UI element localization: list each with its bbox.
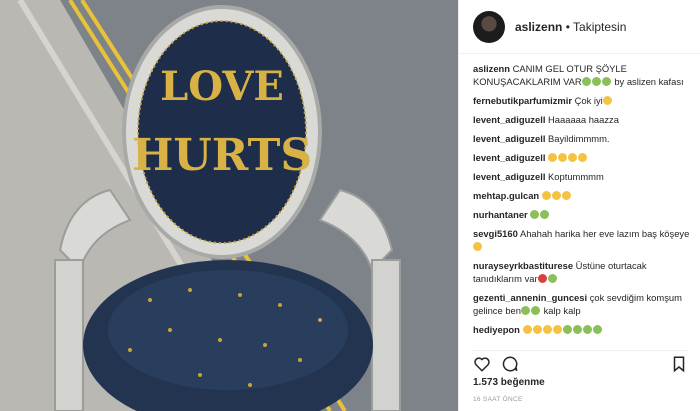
comment-username[interactable]: levent_adiguzell [473, 171, 545, 182]
separator-dot: • [565, 19, 570, 34]
action-bar [473, 350, 688, 373]
header-user-line: aslizenn • Takiptesin [515, 20, 626, 34]
emoji-icon [578, 153, 588, 162]
emoji-icon [561, 191, 571, 200]
heart-icon[interactable] [473, 355, 491, 373]
comment-text: Haaaaaa haazza [548, 114, 619, 125]
comment-item: levent_adiguzell [473, 151, 692, 164]
timestamp: 16 SAAT ÖNCE [473, 396, 523, 403]
comment-username[interactable]: mehtap.gulcan [473, 190, 539, 201]
emoji-icon [601, 77, 611, 86]
emoji-icon [530, 306, 540, 315]
love-text: LOVE [160, 63, 284, 110]
post-header: aslizenn • Takiptesin [459, 0, 700, 54]
emoji-icon [582, 325, 592, 334]
comment-username[interactable]: levent_adiguzell [473, 152, 545, 163]
emoji-icon [562, 325, 572, 334]
comment-item: hediyepon [473, 323, 692, 336]
emoji-icon [558, 153, 568, 162]
emoji-icon [542, 325, 552, 334]
emoji-icon [473, 242, 482, 251]
comment-item: sevgi5160 Ahahah harika her eve lazım ba… [473, 227, 692, 253]
like-count[interactable]: 1.573 beğenme [473, 377, 545, 388]
comment-icon[interactable] [501, 355, 519, 373]
comment-item: nurayseyrkbastiturese Üstüne oturtacak t… [473, 259, 692, 285]
comment-item: fernebutikparfumizmir Çok iyi [473, 94, 692, 107]
instagram-post: LOVE HURTS aslizenn • Takiptesin aslizen… [0, 0, 700, 411]
comment-username[interactable]: levent_adiguzell [473, 133, 545, 144]
emoji-icon [532, 325, 542, 334]
emoji-icon [547, 274, 557, 283]
bookmark-icon[interactable] [670, 355, 688, 373]
emoji-icon [568, 153, 578, 162]
comment-username[interactable]: levent_adiguzell [473, 114, 545, 125]
emoji-icon [581, 77, 591, 86]
emoji-icon [540, 210, 550, 219]
emoji-icon [591, 77, 601, 86]
comment-item: mehtap.gulcan [473, 189, 692, 202]
follow-status[interactable]: Takiptesin [573, 20, 626, 34]
comment-text-tail: kalp kalp [543, 305, 581, 316]
comment-item: gezenti_annenin_guncesi çok sevdiğim kom… [473, 291, 692, 317]
comment-item: levent_adiguzell Koptummmm [473, 170, 692, 183]
emoji-icon [552, 325, 562, 334]
comment-item: aslizenn CANIM GEL OTUR ŞÖYLE KONUŞACAKL… [473, 62, 692, 88]
comment-item: levent_adiguzell Haaaaaa haazza [473, 113, 692, 126]
emoji-icon [522, 325, 532, 334]
emoji-icon [592, 325, 602, 334]
comment-username[interactable]: sevgi5160 [473, 228, 518, 239]
username-link[interactable]: aslizenn [515, 20, 562, 34]
comment-text: Çok iyi [574, 95, 603, 106]
comment-username[interactable]: gezenti_annenin_guncesi [473, 292, 587, 303]
emoji-icon [551, 191, 561, 200]
emoji-icon [537, 274, 547, 283]
emoji-icon [572, 325, 582, 334]
comment-list: aslizenn CANIM GEL OTUR ŞÖYLE KONUŞACAKL… [473, 62, 692, 342]
post-photo: LOVE HURTS [0, 0, 458, 411]
hurts-text: HURTS [132, 130, 312, 181]
comment-text: Bayildimmmm. [548, 133, 610, 144]
emoji-icon [530, 210, 540, 219]
comment-text: Ahahah harika her eve lazım baş köşeye [519, 228, 690, 239]
emoji-icon [541, 191, 551, 200]
comment-username[interactable]: hediyepon [473, 324, 520, 335]
comment-item: levent_adiguzell Bayildimmmm. [473, 132, 692, 145]
avatar[interactable] [473, 10, 505, 43]
comment-item: nurhantaner [473, 208, 692, 221]
emoji-icon [520, 306, 530, 315]
comment-username[interactable]: nurayseyrkbastiturese [473, 260, 573, 271]
chair-image: LOVE HURTS [0, 0, 458, 411]
comment-username[interactable]: fernebutikparfumizmir [473, 95, 572, 106]
emoji-icon [602, 96, 612, 105]
comment-username[interactable]: aslizenn [473, 63, 510, 74]
comment-username[interactable]: nurhantaner [473, 209, 528, 220]
emoji-icon [548, 153, 558, 162]
comment-text-tail: by aslizen kafası [614, 76, 684, 87]
comment-text: Koptummmm [548, 171, 604, 182]
post-sidebar: aslizenn • Takiptesin aslizenn CANIM GEL… [458, 0, 700, 411]
